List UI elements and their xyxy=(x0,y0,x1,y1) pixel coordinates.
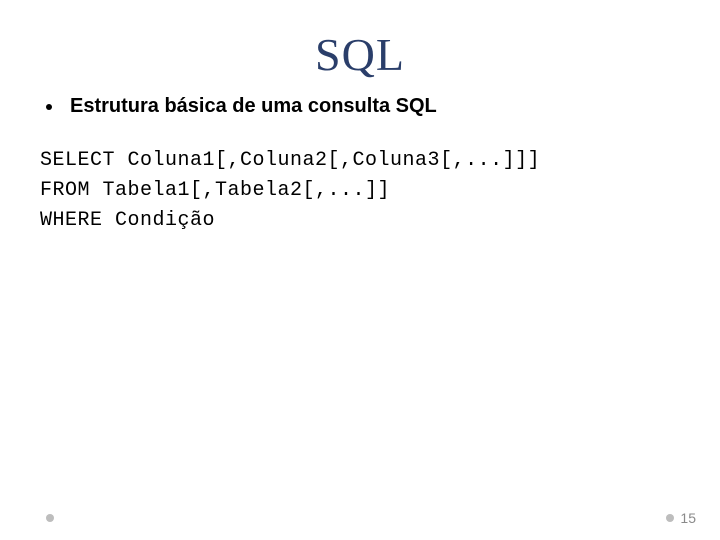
code-line-2: FROM Tabela1[,Tabela2[,...]] xyxy=(40,179,390,202)
code-block: SELECT Coluna1[,Coluna2[,Coluna3[,...]]]… xyxy=(40,146,680,236)
bullet-text: Estrutura básica de uma consulta SQL xyxy=(70,95,437,118)
page-number: 15 xyxy=(680,510,696,526)
footer-dot-icon xyxy=(666,514,674,522)
code-line-3: WHERE Condição xyxy=(40,209,215,232)
footer-left-dot-icon xyxy=(46,514,54,522)
bullet-item: Estrutura básica de uma consulta SQL xyxy=(40,95,680,118)
bullet-icon xyxy=(46,104,52,110)
footer: 15 xyxy=(666,510,696,526)
slide-title: SQL xyxy=(0,0,720,81)
slide: SQL Estrutura básica de uma consulta SQL… xyxy=(0,0,720,540)
slide-body: Estrutura básica de uma consulta SQL SEL… xyxy=(0,81,720,236)
code-line-1: SELECT Coluna1[,Coluna2[,Coluna3[,...]]] xyxy=(40,149,540,172)
